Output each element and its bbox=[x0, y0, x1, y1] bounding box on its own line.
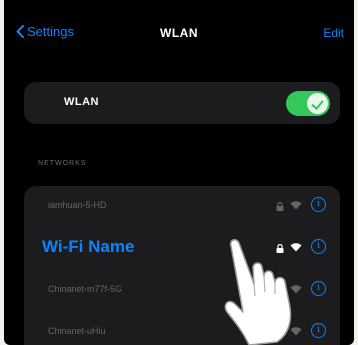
edit-button[interactable]: Edit bbox=[323, 26, 344, 40]
page-title: WLAN bbox=[160, 26, 198, 40]
navigation-bar: Settings WLAN Edit bbox=[4, 0, 354, 68]
wlan-label: WLAN bbox=[64, 96, 99, 108]
networks-section-header: NETWORKS bbox=[38, 160, 87, 167]
pointing-hand-icon bbox=[224, 238, 292, 345]
toggle-knob bbox=[307, 93, 328, 114]
lock-icon bbox=[276, 202, 284, 211]
network-row[interactable]: iamhuan-5-HD bbox=[24, 186, 340, 228]
network-name: Chinanet-uHiu bbox=[48, 326, 106, 336]
network-name: iamhuan-5-HD bbox=[48, 200, 107, 210]
wlan-toggle[interactable] bbox=[286, 91, 330, 116]
phone-screen: Settings WLAN Edit WLAN NETWORKS iamhuan… bbox=[4, 0, 354, 345]
info-icon[interactable] bbox=[311, 197, 326, 212]
wlan-toggle-row: WLAN bbox=[24, 82, 340, 124]
wifi-icon bbox=[290, 201, 302, 210]
network-name: Chinanet-m77f-5G bbox=[48, 284, 123, 294]
network-name: Wi-Fi Name bbox=[42, 237, 135, 256]
